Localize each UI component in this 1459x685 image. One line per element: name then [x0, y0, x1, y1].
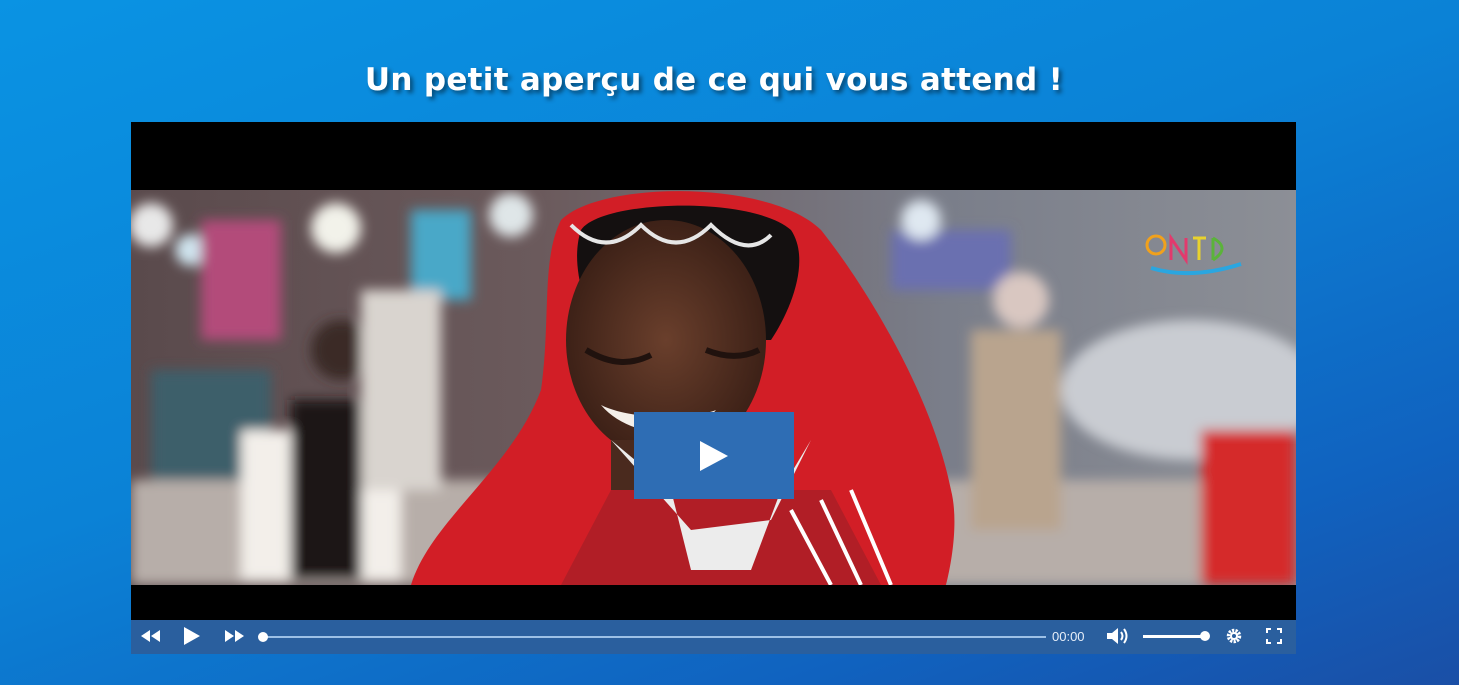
- progress-handle[interactable]: [258, 632, 268, 642]
- current-time: 00:00: [1052, 629, 1085, 644]
- volume-slider[interactable]: [1143, 635, 1205, 638]
- gear-icon: [1225, 627, 1243, 648]
- progress-bar[interactable]: [262, 636, 1046, 638]
- section-heading: Un petit aperçu de ce qui vous attend !: [364, 62, 1064, 98]
- video-frame[interactable]: [131, 190, 1296, 585]
- fast-forward-icon: [224, 629, 244, 645]
- player-control-bar: 00:00: [131, 620, 1296, 654]
- fullscreen-icon: [1266, 627, 1282, 647]
- mute-button[interactable]: [1106, 627, 1130, 647]
- play-icon: [183, 626, 201, 649]
- fast-forward-button[interactable]: [223, 629, 245, 645]
- settings-button[interactable]: [1224, 627, 1244, 647]
- video-player[interactable]: 00:00: [131, 122, 1296, 654]
- rewind-icon: [141, 629, 161, 645]
- big-play-button[interactable]: [634, 412, 794, 499]
- play-button[interactable]: [181, 626, 203, 649]
- video-still-image: [131, 190, 1296, 585]
- play-icon: [698, 439, 730, 473]
- volume-icon: [1107, 627, 1129, 647]
- volume-handle[interactable]: [1200, 631, 1210, 641]
- fullscreen-button[interactable]: [1265, 627, 1283, 647]
- rewind-button[interactable]: [140, 629, 162, 645]
